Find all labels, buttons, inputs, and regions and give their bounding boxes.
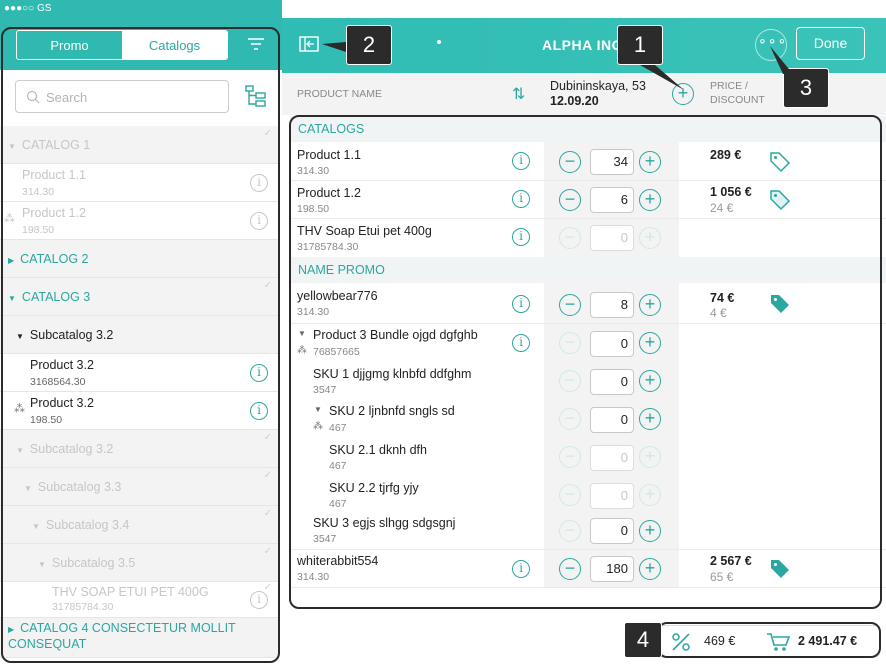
col-price: PRICE /: [710, 80, 748, 92]
add-column-button[interactable]: +: [672, 83, 694, 105]
col-discount: DISCOUNT: [710, 94, 765, 106]
collapse-sidebar-icon[interactable]: [299, 36, 319, 52]
page-dot: [437, 40, 441, 44]
annotation-3: 3: [783, 68, 829, 108]
more-options-icon[interactable]: ∘∘∘: [758, 32, 787, 49]
time-label: 9:41 AM: [442, 3, 479, 14]
col-product-name: PRODUCT NAME: [297, 88, 382, 100]
highlight-table: [289, 115, 882, 609]
battery-label: 58 %: [830, 3, 853, 14]
status-bar-left: ●●●○○ GS: [0, 0, 282, 18]
highlight-totals: [657, 622, 881, 658]
annotation-2: 2: [346, 25, 392, 65]
done-button[interactable]: Done: [796, 27, 865, 60]
order-date: 12.09.20: [550, 94, 599, 108]
annotation-1: 1: [617, 25, 663, 65]
status-bar-right: 9:41 AM 58 %: [282, 0, 886, 18]
sort-icon[interactable]: ⇅: [512, 84, 525, 104]
annotation-4: 4: [624, 622, 662, 658]
carrier-label: ●●●○○ GS: [4, 3, 52, 14]
highlight-sidebar: [1, 27, 280, 663]
page-title: ALPHA INC: [542, 37, 623, 53]
store-name: Dubininskaya, 53: [550, 79, 646, 93]
